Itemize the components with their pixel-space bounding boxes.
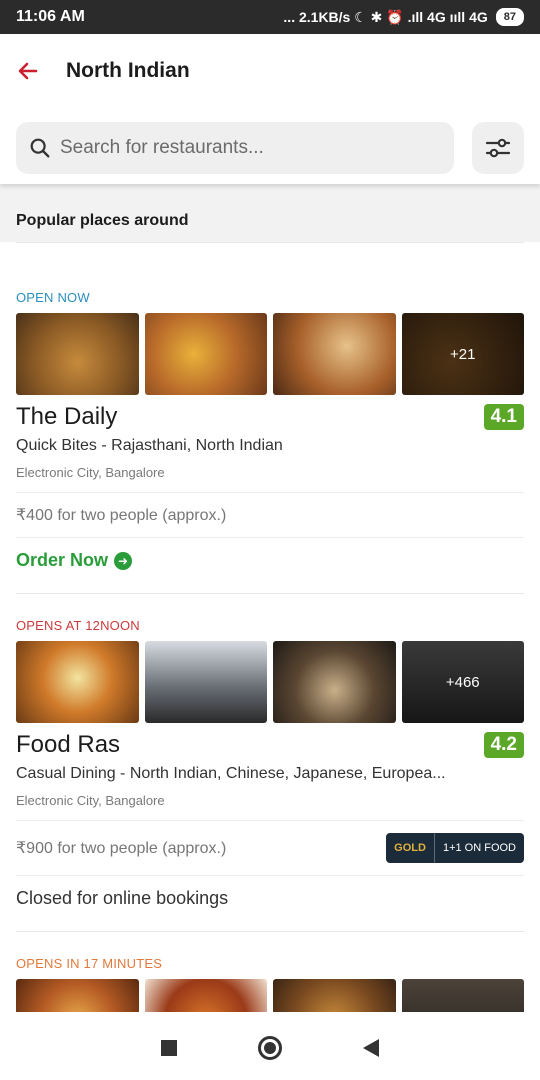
system-nav-bar [0, 1016, 540, 1080]
restaurant-name[interactable]: The Daily [16, 403, 117, 431]
home-icon[interactable] [257, 1036, 282, 1060]
food-photo[interactable] [16, 979, 139, 1012]
photo-strip[interactable]: +535 [16, 979, 524, 1012]
back-icon[interactable] [363, 1039, 380, 1057]
interior-photo[interactable] [144, 641, 267, 723]
filter-button[interactable] [472, 122, 524, 174]
restaurant-card[interactable]: OPENS IN 17 MINUTES +535 [16, 932, 524, 1012]
food-photo[interactable] [16, 641, 139, 723]
app-bar: North Indian [0, 34, 540, 108]
cost-text: ₹900 for two people (approx.) [16, 840, 227, 857]
restaurant-card[interactable]: OPEN NOW +21 The Daily 4.1 Quick Bites -… [16, 266, 524, 593]
booking-status-label: Closed for online bookings [16, 888, 229, 908]
search-input[interactable] [59, 137, 442, 159]
more-photos-count: +466 [401, 641, 524, 723]
photo-strip[interactable]: +21 [16, 313, 524, 395]
order-now-button[interactable]: Order Now ➜ [16, 537, 524, 593]
status-time: 11:06 AM [16, 8, 85, 25]
gold-offer-text: 1+1 ON FOOD [442, 842, 516, 854]
rating-badge: 4.1 [483, 404, 524, 430]
food-photo[interactable] [273, 979, 396, 1012]
more-photos[interactable]: +21 [401, 313, 524, 395]
more-photos-count: +535 [401, 979, 524, 1012]
back-arrow-icon[interactable] [14, 57, 42, 85]
food-photo[interactable] [144, 313, 267, 395]
cost-text: ₹400 for two people (approx.) [16, 507, 227, 524]
status-indicator-text: ... 2.1KB/s ☾ ✱ ⏰ .ıll 4G ııll 4G [283, 8, 488, 25]
locality-text: Electronic City, Bangalore [16, 793, 165, 808]
open-status: OPENS AT 12NOON [16, 618, 140, 633]
food-photo[interactable] [273, 313, 396, 395]
arrow-right-icon: ➜ [114, 551, 133, 570]
restaurant-feed[interactable]: OPEN NOW +21 The Daily 4.1 Quick Bites -… [0, 242, 540, 1012]
search-icon [30, 138, 50, 158]
more-photos[interactable]: +466 [401, 641, 524, 723]
status-indicators: ... 2.1KB/s ☾ ✱ ⏰ .ıll 4G ııll 4G 87 [283, 8, 524, 26]
restaurant-card[interactable]: OPENS AT 12NOON +466 Food Ras 4.2 Casual… [16, 594, 524, 931]
locality-text: Electronic City, Bangalore [16, 465, 165, 480]
search-row [0, 108, 540, 184]
battery-icon: 87 [495, 8, 524, 26]
gold-label: GOLD [386, 833, 435, 863]
open-status: OPENS IN 17 MINUTES [16, 956, 163, 971]
search-bar[interactable] [16, 122, 454, 174]
more-photos-count: +21 [401, 313, 524, 395]
gold-offer-badge[interactable]: GOLD 1+1 ON FOOD [386, 833, 524, 863]
booking-status: Closed for online bookings [16, 875, 524, 931]
page-title: North Indian [66, 59, 190, 82]
photo-strip[interactable]: +466 [16, 641, 524, 723]
sliders-icon [485, 138, 511, 158]
recents-icon[interactable] [160, 1040, 177, 1056]
open-status: OPEN NOW [16, 290, 90, 305]
cuisine-text: Quick Bites - Rajasthani, North Indian [16, 437, 283, 454]
status-bar: 11:06 AM ... 2.1KB/s ☾ ✱ ⏰ .ıll 4G ııll … [0, 0, 540, 34]
restaurant-name[interactable]: Food Ras [16, 731, 120, 759]
interior-photo[interactable] [273, 641, 396, 723]
cuisine-text: Casual Dining - North Indian, Chinese, J… [16, 765, 446, 782]
food-photo[interactable] [144, 979, 267, 1012]
section-heading: Popular places around [0, 184, 540, 242]
food-photo[interactable] [16, 313, 139, 395]
more-photos[interactable]: +535 [401, 979, 524, 1012]
rating-badge: 4.2 [483, 732, 524, 758]
order-now-label: Order Now [16, 550, 109, 570]
